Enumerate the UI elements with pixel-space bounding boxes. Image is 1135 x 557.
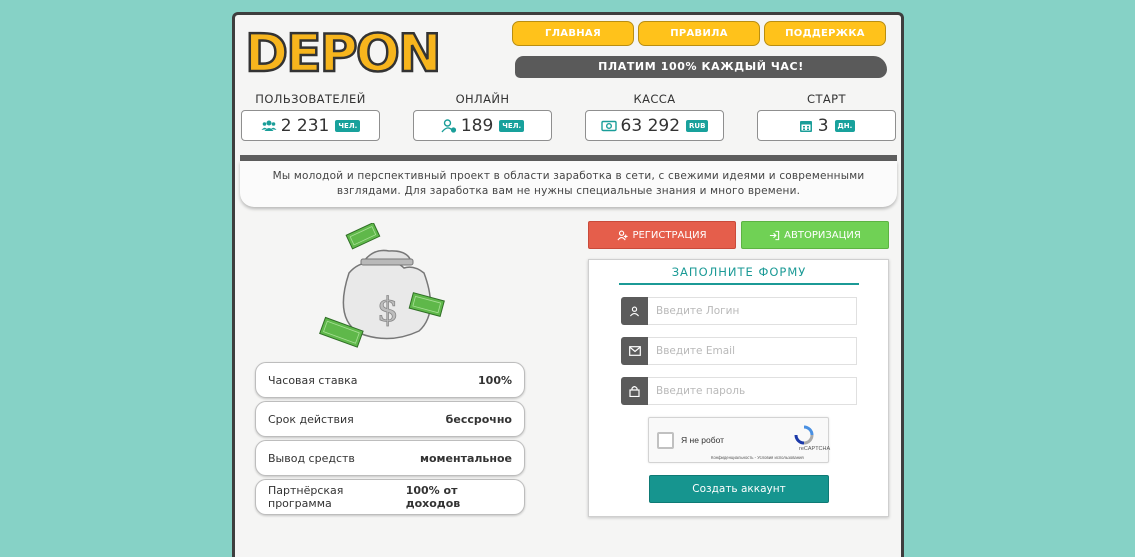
envelope-icon [621, 337, 648, 365]
calendar-icon [799, 120, 812, 132]
login-tab-button[interactable]: АВТОРИЗАЦИЯ [741, 221, 889, 249]
login-label: АВТОРИЗАЦИЯ [784, 229, 861, 241]
money-icon [600, 120, 617, 131]
stat-title: СТАРТ [807, 92, 846, 106]
info-value: бессрочно [445, 412, 512, 426]
login-field [621, 297, 857, 325]
user-online-icon [441, 118, 456, 133]
svg-text:$: $ [377, 290, 399, 330]
nav-rules-button[interactable]: ПРАВИЛА [638, 21, 760, 46]
recaptcha-widget: Я не робот reCAPTCHA Конфиденциальность … [648, 417, 831, 463]
info-label: Часовая ставка [268, 373, 358, 387]
sign-in-icon [770, 230, 780, 240]
register-label: РЕГИСТРАЦИЯ [632, 229, 707, 241]
info-value: моментальное [419, 451, 512, 465]
stat-title: ПОЛЬЗОВАТЕЛЕЙ [255, 92, 366, 106]
email-field [621, 337, 857, 365]
info-row-withdrawal: Вывод средств моментальное [255, 440, 525, 476]
stat-start: СТАРТ 3 ДН. [757, 92, 896, 141]
info-label: Партнёрская программа [268, 484, 344, 510]
stat-unit: RUB [686, 119, 709, 132]
main-frame: DEPON ГЛАВНАЯ ПРАВИЛА ПОДДЕРЖКА ПЛАТИМ 1… [232, 12, 904, 557]
info-row-partner-program: Партнёрская программа 100% от доходов [255, 479, 525, 515]
users-icon [261, 120, 277, 131]
stat-value: 3 [817, 115, 829, 136]
stat-title: ОНЛАЙН [455, 92, 510, 106]
user-icon [621, 297, 648, 325]
recaptcha-checkbox[interactable] [657, 432, 674, 449]
user-add-icon [617, 230, 628, 240]
stats-row: ПОЛЬЗОВАТЕЛЕЙ 2 231 ЧЕЛ. ОНЛАЙН 189 ЧЕЛ.… [241, 92, 896, 141]
stat-value: 63 292 [620, 115, 681, 136]
stat-value: 2 231 [280, 115, 330, 136]
form-title: ЗАПОЛНИТЕ ФОРМУ [619, 265, 859, 285]
stat-box: 3 ДН. [757, 110, 896, 141]
nav-support-button[interactable]: ПОДДЕРЖКА [764, 21, 886, 46]
info-label: Срок действия [268, 412, 354, 426]
recaptcha-label: Я не робот [681, 435, 725, 445]
password-field [621, 377, 857, 405]
info-row-term: Срок действия бессрочно [255, 401, 525, 437]
login-input[interactable] [648, 297, 857, 325]
info-value: 100% [478, 373, 512, 387]
payout-banner: ПЛАТИМ 100% КАЖДЫЙ ЧАС! [515, 56, 887, 78]
stat-box: 2 231 ЧЕЛ. [241, 110, 380, 141]
logo-text: DEPON [245, 24, 439, 77]
stat-value: 189 [460, 115, 494, 136]
info-list: Часовая ставка 100% Срок действия бессро… [255, 362, 525, 518]
nav-home-button[interactable]: ГЛАВНАЯ [512, 21, 634, 46]
project-description: Мы молодой и перспективный проект в обла… [240, 161, 897, 207]
stat-unit: ДН. [834, 119, 856, 132]
recaptcha-links[interactable]: Конфиденциальность - Условия использован… [711, 455, 804, 460]
create-account-button[interactable]: Создать аккаунт [649, 475, 829, 503]
stat-online: ОНЛАЙН 189 ЧЕЛ. [413, 92, 552, 141]
depon-logo[interactable]: DEPON [243, 21, 439, 77]
stat-box: 63 292 RUB [585, 110, 724, 141]
stat-title: КАССА [633, 92, 676, 106]
stat-cash: КАССА 63 292 RUB [585, 92, 724, 141]
info-row-hourly-rate: Часовая ставка 100% [255, 362, 525, 398]
money-bag-illustration: $ [319, 223, 445, 348]
lock-icon [621, 377, 648, 405]
stat-unit: ЧЕЛ. [499, 119, 525, 132]
stat-box: 189 ЧЕЛ. [413, 110, 552, 141]
stat-unit: ЧЕЛ. [335, 119, 361, 132]
info-label: Вывод средств [268, 451, 355, 465]
recaptcha-logo-icon [794, 425, 814, 445]
top-nav: ГЛАВНАЯ ПРАВИЛА ПОДДЕРЖКА [512, 21, 886, 46]
stat-users: ПОЛЬЗОВАТЕЛЕЙ 2 231 ЧЕЛ. [241, 92, 380, 141]
email-input[interactable] [648, 337, 857, 365]
info-value: 100% от доходов [405, 484, 461, 510]
register-tab-button[interactable]: РЕГИСТРАЦИЯ [588, 221, 736, 249]
password-input[interactable] [648, 377, 857, 405]
registration-form: ЗАПОЛНИТЕ ФОРМУ Я не робот [588, 259, 889, 517]
recaptcha-brand: reCAPTCHA [799, 446, 831, 452]
